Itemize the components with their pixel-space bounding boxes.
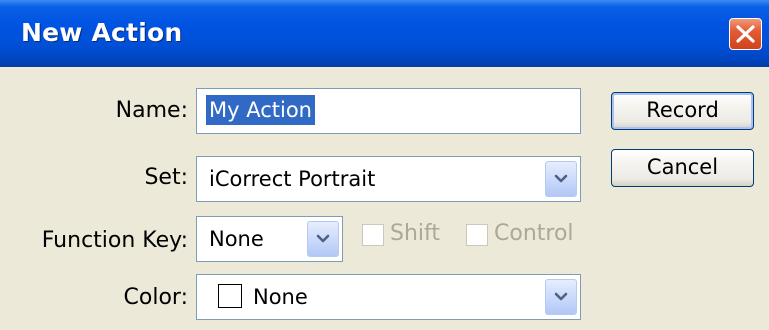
chevron-down-icon [316, 234, 330, 243]
control-checkbox[interactable] [466, 224, 488, 246]
control-label: Control [494, 221, 574, 246]
color-swatch [218, 284, 242, 308]
color-select[interactable]: None [196, 274, 581, 320]
set-select[interactable]: iCorrect Portrait [196, 156, 581, 202]
name-label: Name: [115, 98, 188, 123]
record-button[interactable]: Record [611, 92, 754, 130]
color-dropdown-button[interactable] [545, 279, 577, 315]
set-dropdown-button[interactable] [545, 161, 577, 197]
color-label: Color: [123, 285, 188, 310]
set-select-value: iCorrect Portrait [209, 167, 376, 191]
shift-label: Shift [390, 221, 441, 246]
name-input-value: My Action [206, 95, 315, 125]
function-key-select[interactable]: None [196, 216, 343, 262]
function-key-dropdown-button[interactable] [307, 221, 339, 257]
function-key-select-value: None [209, 227, 264, 251]
window-title: New Action [21, 18, 183, 47]
shift-checkbox[interactable] [362, 224, 384, 246]
chevron-down-icon [554, 292, 568, 301]
cancel-button[interactable]: Cancel [611, 149, 754, 187]
title-bar[interactable]: New Action [0, 0, 769, 67]
set-label: Set: [144, 165, 188, 190]
close-icon [736, 25, 755, 43]
close-button[interactable] [729, 18, 762, 50]
function-key-label: Function Key: [41, 228, 188, 253]
new-action-dialog: New Action Name: My Action Record Cancel… [0, 0, 769, 330]
chevron-down-icon [554, 174, 568, 183]
color-select-value: None [253, 285, 308, 309]
